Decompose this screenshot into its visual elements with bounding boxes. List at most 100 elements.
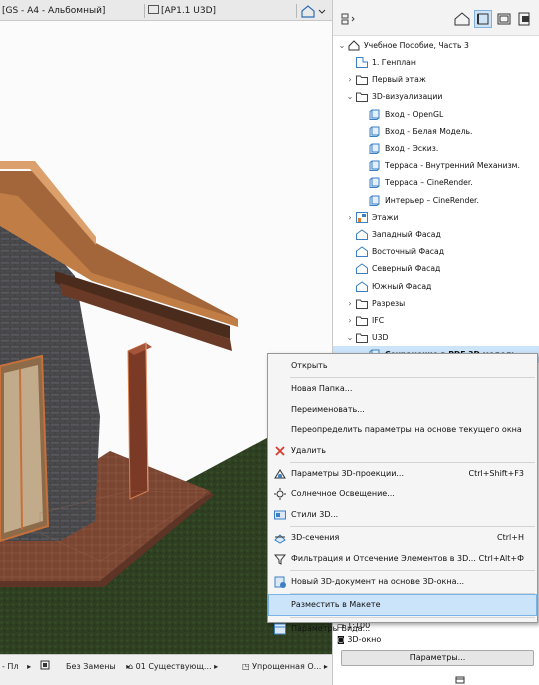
layout-tab[interactable]: [GS - A4 - Альбомный] xyxy=(2,3,105,19)
menu-separator xyxy=(290,570,535,571)
status-override-label: Без Замены xyxy=(66,662,116,671)
tree-item[interactable]: ⌄ U3D xyxy=(333,329,539,346)
tree-item[interactable]: 1. Генплан xyxy=(333,54,539,71)
menu-item-label: 3D-сечения xyxy=(291,533,340,543)
tree-item-label: Западный Фасад xyxy=(372,230,441,239)
chevron-right-icon[interactable]: › xyxy=(346,209,354,226)
3d-view-icon xyxy=(369,160,381,172)
tree-item-label: Южный Фасад xyxy=(372,281,432,291)
navigator-menu-button[interactable] xyxy=(339,10,357,28)
tree-item[interactable]: Терраса - Внутренний Механизм. xyxy=(333,157,539,174)
menu-separator xyxy=(290,593,535,595)
styles-icon xyxy=(273,508,287,522)
projection-icon xyxy=(273,467,287,481)
status-override[interactable]: Без Замены ▸ xyxy=(66,660,130,674)
menu-item[interactable]: Разместить в Макете xyxy=(268,594,537,617)
tree-item[interactable]: Восточный Фасад xyxy=(333,243,539,260)
tree-item-label: 1. Генплан xyxy=(372,58,416,67)
view-map-icon[interactable] xyxy=(474,10,492,28)
window-tab-bar: [GS - A4 - Альбомный] [AP1.1 U3D] xyxy=(0,0,332,21)
tree-item[interactable]: Западный Фасад xyxy=(333,226,539,243)
sun-icon xyxy=(273,487,287,501)
chevron-right-icon[interactable]: › xyxy=(346,312,354,329)
stories-icon xyxy=(356,211,368,223)
renovation-icon: ⌂ xyxy=(128,662,134,671)
tree-item[interactable]: Интерьер – CineRender. xyxy=(333,192,539,209)
menu-item[interactable]: Стили 3D... xyxy=(269,505,536,525)
publisher-sets-icon[interactable] xyxy=(516,10,534,28)
tree-item[interactable]: ⌄ 3D-визуализации xyxy=(333,88,539,105)
tree-item-label: Вход - Эскиз. xyxy=(385,144,439,153)
panel-resize-icon[interactable] xyxy=(455,676,465,684)
menu-item[interactable]: Удалить xyxy=(269,441,536,461)
tree-item[interactable]: Терраса – CineRender. xyxy=(333,174,539,191)
menu-item-shortcut: Ctrl+Alt+Ф xyxy=(478,553,524,563)
tree-item-label: Терраса - Внутренний Механизм. xyxy=(385,161,520,171)
project-map-icon[interactable] xyxy=(453,10,471,28)
menu-item-label: Параметры 3D-проекции... xyxy=(291,469,405,478)
menu-item[interactable]: Параметры Вида... xyxy=(269,619,536,639)
chevron-down-icon[interactable]: ⌄ xyxy=(346,329,354,346)
tree-item-label: Вход - OpenGL xyxy=(385,109,444,119)
menu-item[interactable]: Параметры 3D-проекции... Ctrl+Shift+F3 xyxy=(269,464,536,484)
tree-item[interactable]: › Этажи xyxy=(333,209,539,226)
menu-item-shortcut: Ctrl+Shift+F3 xyxy=(468,469,524,478)
triangle-right-icon: ▸ xyxy=(323,662,328,671)
3d-view-icon xyxy=(369,177,381,189)
view-settings-icon xyxy=(273,622,287,636)
status-bar: - Пл ▸ Без Замены ▸ ⌂ 01 Существующ... ▸… xyxy=(0,654,332,685)
tree-item[interactable]: Южный Фасад xyxy=(333,278,539,295)
tree-item[interactable]: › Разрезы xyxy=(333,295,539,312)
tree-item[interactable]: Вход - Белая Модель. xyxy=(333,123,539,140)
3d-view-icon xyxy=(369,109,381,120)
layout-tab-label: [GS - A4 - Альбомный] xyxy=(2,6,106,16)
menu-item[interactable]: Солнечное Освещение... xyxy=(269,484,536,504)
tree-root[interactable]: ⌄ Учебное Пособие, Часть 3 xyxy=(333,37,539,54)
tree-item[interactable]: Северный Фасад xyxy=(333,260,539,277)
layout-book-icon[interactable] xyxy=(495,10,513,28)
navigator-tree: ⌄ Учебное Пособие, Часть 3 1. Генплан › Пе… xyxy=(333,36,539,364)
menu-item-label: Переименовать... xyxy=(291,404,365,414)
menu-item[interactable]: Новый 3D-документ на основе 3D-окна... xyxy=(269,572,536,592)
menu-item[interactable]: Фильтрация и Отсечение Элементов в 3D...… xyxy=(269,549,536,569)
tree-item-label: Вход - Белая Модель. xyxy=(385,126,473,136)
elevation-icon xyxy=(356,263,368,275)
menu-item-label: Фильтрация и Отсечение Элементов в 3D... xyxy=(291,553,476,563)
tree-item[interactable]: › IFC xyxy=(333,312,539,329)
chevron-down-icon[interactable]: ⌄ xyxy=(346,88,354,105)
context-menu: Открыть Новая Папка... Переименовать... Пер… xyxy=(267,353,538,635)
tree-root-label: Учебное Пособие, Часть 3 xyxy=(364,41,469,50)
menu-separator xyxy=(290,377,535,379)
tree-item[interactable]: Вход - Эскиз. xyxy=(333,140,539,157)
3d-view-icon xyxy=(369,143,381,154)
3d-view-icon xyxy=(369,126,381,137)
3d-view-icon xyxy=(369,195,381,206)
tree-item-label: Северный Фасад xyxy=(372,264,441,274)
menu-item[interactable]: Переименовать... xyxy=(269,400,536,420)
status-renovation-label: 01 Существующ... xyxy=(135,662,212,671)
menu-item[interactable]: 3D-сечения Ctrl+H xyxy=(269,528,536,548)
elevation-icon xyxy=(356,280,368,292)
menu-item-label: Удалить xyxy=(291,445,326,455)
menu-item[interactable]: Новая Папка... xyxy=(269,379,536,399)
tree-item-label: 3D-визуализации xyxy=(372,92,443,102)
document-icon xyxy=(148,5,159,14)
project-icon xyxy=(348,40,360,51)
status-renovation[interactable]: ⌂ 01 Существующ... ▸ xyxy=(128,660,218,674)
delete-icon xyxy=(273,444,287,458)
chevron-right-icon[interactable]: › xyxy=(346,71,354,88)
folder-icon xyxy=(356,298,368,309)
menu-separator xyxy=(290,616,535,618)
status-view-type[interactable]: - Пл ▸ xyxy=(2,660,31,674)
home-view-icon[interactable] xyxy=(300,3,326,19)
status-structure[interactable]: ◳ Упрощенная О... ▸ xyxy=(242,660,328,674)
menu-item[interactable]: Переопределить параметры на основе текущ… xyxy=(269,420,536,440)
tree-item[interactable]: › Первый этаж xyxy=(333,71,539,88)
menu-item[interactable]: Открыть xyxy=(269,356,536,376)
parameters-button[interactable]: Параметры... xyxy=(341,650,534,666)
chevron-right-icon[interactable]: › xyxy=(346,295,354,312)
view-tab[interactable]: [AP1.1 U3D] xyxy=(148,3,216,19)
tree-item[interactable]: Вход - OpenGL xyxy=(333,106,539,123)
menu-item-shortcut: Ctrl+H xyxy=(497,533,524,543)
tree-item-label: Разрезы xyxy=(372,298,406,308)
